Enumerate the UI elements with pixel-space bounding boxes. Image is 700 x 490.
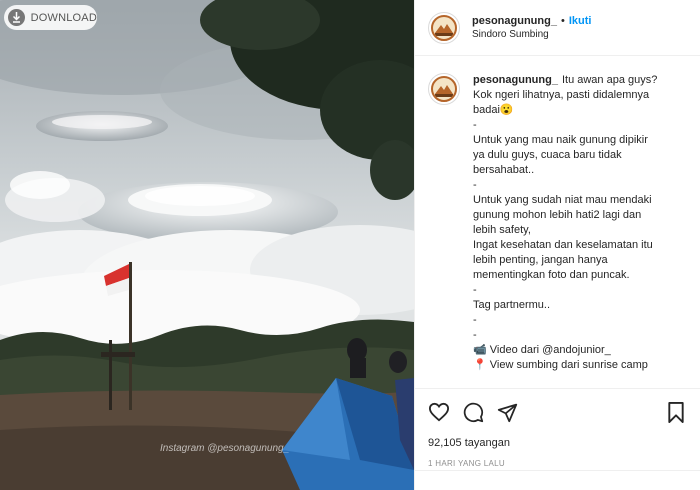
mountain-logo-icon bbox=[431, 76, 457, 102]
caption-line: - bbox=[473, 314, 477, 326]
caption-line: ya dulu guys, cuaca baru tidak bbox=[473, 149, 622, 161]
caption-line: Untuk yang sudah niat mau mendaki bbox=[473, 194, 652, 206]
follow-button[interactable]: Ikuti bbox=[569, 15, 592, 27]
heart-icon[interactable] bbox=[428, 401, 450, 423]
share-icon[interactable] bbox=[496, 401, 518, 423]
caption-line: Tag partnermu.. bbox=[473, 299, 551, 311]
caption-line: gunung mohon lebih hati2 lagi dan bbox=[473, 209, 642, 221]
caption-avatar[interactable] bbox=[428, 73, 460, 105]
post-timestamp[interactable]: 1 HARI YANG LALU bbox=[428, 459, 687, 468]
video-frame bbox=[0, 0, 414, 490]
post-header: pesonagunung_ • Ikuti Sindoro Sumbing bbox=[415, 0, 700, 56]
caption-line: bersahabat.. bbox=[473, 164, 535, 176]
post-actions: 92,105 tayangan 1 HARI YANG LALU bbox=[415, 388, 700, 468]
video-watermark: Instagram @pesonagunung_ bbox=[160, 443, 290, 454]
download-icon bbox=[8, 9, 25, 26]
caption-text: pesonagunung_ Itu awan apa guys? Kok nger… bbox=[473, 73, 678, 373]
caption: pesonagunung_ Itu awan apa guys? Kok nger… bbox=[428, 73, 687, 373]
caption-line: badai😮 bbox=[473, 104, 514, 116]
download-label: DOWNLOAD bbox=[30, 11, 97, 24]
caption-line: lebih penting, jangan hanya bbox=[473, 254, 608, 266]
post-sidebar: pesonagunung_ • Ikuti Sindoro Sumbing pe… bbox=[414, 0, 700, 490]
caption-line: 📍 View sumbing dari sunrise camp bbox=[473, 359, 648, 371]
avatar[interactable] bbox=[428, 11, 460, 44]
bookmark-icon[interactable] bbox=[665, 401, 687, 423]
caption-line: lebih safety, bbox=[473, 224, 531, 236]
comments-section[interactable]: pesonagunung_ Itu awan apa guys? Kok nger… bbox=[415, 57, 700, 387]
comment-icon[interactable] bbox=[462, 401, 484, 423]
comment-input-area[interactable] bbox=[415, 470, 700, 490]
caption-line: 📹 Video dari @andojunior_ bbox=[473, 344, 611, 356]
caption-line: - bbox=[473, 179, 477, 191]
caption-line: mementingkan foto dan puncak. bbox=[473, 269, 630, 281]
separator-dot: • bbox=[560, 15, 565, 27]
post-username[interactable]: pesonagunung_ bbox=[472, 15, 557, 27]
caption-line: - bbox=[473, 329, 477, 341]
caption-line: Itu awan apa guys? bbox=[561, 74, 658, 86]
caption-line: - bbox=[473, 284, 477, 296]
caption-line: Untuk yang mau naik gunung dipikir bbox=[473, 134, 648, 146]
caption-line: Ingat kesehatan dan keselamatan itu bbox=[473, 239, 653, 251]
download-button[interactable]: DOWNLOAD bbox=[4, 5, 97, 30]
post-video[interactable]: DOWNLOAD Instagram @pesonagunung_ bbox=[0, 0, 414, 490]
view-count[interactable]: 92,105 tayangan bbox=[428, 437, 687, 449]
post-location[interactable]: Sindoro Sumbing bbox=[472, 29, 591, 40]
caption-username[interactable]: pesonagunung_ bbox=[473, 74, 558, 86]
caption-line: - bbox=[473, 119, 477, 131]
caption-line: Kok ngeri lihatnya, pasti didalemnya bbox=[473, 89, 650, 101]
mountain-logo-icon bbox=[431, 14, 457, 41]
